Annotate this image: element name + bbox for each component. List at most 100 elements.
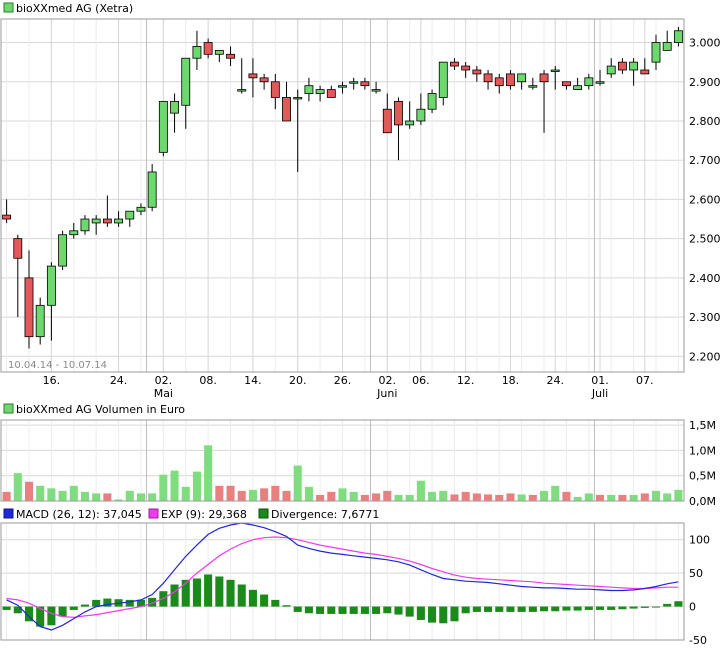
macd-legend-swatch — [3, 508, 14, 519]
price-y-tick-label: 2.900 — [689, 76, 721, 89]
divergence-bar — [651, 606, 661, 608]
divergence-bar — [282, 605, 291, 607]
candle-up — [584, 77, 594, 87]
candle-up — [304, 85, 314, 94]
candle-up — [427, 93, 437, 110]
volume-bar — [506, 493, 515, 501]
volume-bar — [416, 480, 425, 501]
divergence-bar — [383, 606, 392, 614]
volume-bar — [439, 490, 448, 501]
volume-bar — [237, 490, 246, 501]
divergence-bar — [349, 606, 358, 614]
volume-bar — [584, 493, 593, 501]
divergence-bar — [293, 606, 302, 612]
stock-chart: bioXXmed AG (Xetra) 10.04.14 - 10.07.14 … — [0, 2, 721, 647]
volume-bar — [472, 493, 481, 501]
candle-up — [662, 42, 672, 51]
volume-bar — [517, 494, 526, 501]
candle-up — [80, 218, 90, 232]
candle-down — [494, 77, 504, 87]
candle-up — [595, 81, 605, 84]
candle-down — [382, 108, 392, 134]
volume-bar — [484, 494, 493, 501]
price-y-axis: 2.200 2.300 2.400 2.500 2.600 2.700 2.800 2.900… — [689, 37, 721, 364]
price-grid — [1, 19, 684, 372]
volume-bar — [618, 494, 627, 501]
volume-bar — [271, 485, 280, 501]
divergence-bar — [192, 578, 201, 607]
candle-up — [438, 61, 448, 98]
divergence-bar — [47, 606, 56, 626]
candle-down — [203, 42, 213, 55]
volume-bar — [327, 491, 336, 501]
divergence-bar — [170, 584, 179, 607]
volume-bar — [562, 491, 571, 501]
macd-grid — [1, 523, 684, 641]
volume-y-axis: 0,0M 0,5M 1,0M 1,5M — [689, 419, 716, 508]
macd-y-tick-label: 50 — [689, 567, 703, 580]
volume-bar — [293, 465, 302, 501]
candle-down — [282, 97, 291, 122]
divergence-bar — [517, 606, 526, 612]
candle-down — [326, 89, 336, 98]
volume-bar — [450, 494, 459, 501]
candle-up — [651, 42, 661, 63]
divergence-bar — [372, 606, 381, 614]
volume-bar — [58, 490, 67, 501]
divergence-bar — [551, 606, 560, 612]
candle-down — [539, 73, 549, 83]
candle-down — [640, 69, 650, 75]
candle-down — [248, 73, 258, 79]
volume-bar — [595, 494, 605, 501]
candle-up — [170, 100, 179, 114]
divergence-bar — [595, 606, 605, 610]
volume-bar — [573, 496, 582, 501]
divergence-bar — [618, 606, 627, 610]
volume-bar — [80, 491, 90, 501]
price-x-tick-label: 18. — [502, 374, 520, 387]
candle-up — [673, 30, 683, 43]
volume-bar — [607, 494, 616, 501]
month-label: Juni — [376, 387, 397, 400]
price-x-axis: 16. 24. 02. 08. 14. 20. 26. 02. 06. 12. 18. 24. 01. 0… — [43, 374, 654, 400]
volume-bar — [148, 493, 157, 501]
divergence-bar — [271, 599, 280, 607]
volume-bar — [159, 474, 168, 501]
price-x-tick-label: 07. — [636, 374, 654, 387]
candle-up — [136, 206, 146, 212]
divergence-bar — [674, 601, 683, 607]
volume-bar — [69, 485, 78, 501]
divergence-bar — [663, 603, 672, 607]
divergence-bar — [428, 606, 437, 623]
divergence-legend-swatch — [258, 508, 269, 519]
candle-up — [315, 89, 325, 94]
volume-bar — [36, 485, 45, 501]
divergence-bar — [69, 606, 78, 610]
divergence-bar — [495, 606, 504, 612]
volume-bar — [674, 489, 683, 501]
divergence-bar — [461, 606, 470, 614]
divergence-bar — [316, 606, 325, 614]
candle-up — [46, 265, 56, 306]
candle-down — [360, 81, 370, 87]
volume-bar — [338, 488, 347, 501]
candle-up — [517, 73, 527, 83]
price-x-tick-label: 06. — [412, 374, 430, 387]
candle-up — [58, 234, 68, 267]
exp-legend-label: EXP (9): 29,368 — [161, 508, 247, 521]
volume-bar — [13, 473, 22, 501]
price-y-tick-label: 2.400 — [689, 272, 721, 285]
volume-bar — [360, 494, 369, 501]
price-legend-swatch — [3, 2, 14, 13]
volume-bar — [92, 493, 101, 501]
candle-up — [114, 218, 123, 224]
divergence-bar — [260, 594, 269, 607]
volume-bar — [282, 490, 291, 501]
candle-down — [259, 77, 269, 83]
volume-legend-swatch — [3, 403, 14, 414]
candle-up — [91, 218, 101, 224]
divergence-bar — [405, 606, 414, 617]
exp-legend-swatch — [148, 508, 159, 519]
candle-up — [606, 65, 616, 75]
volume-bar — [372, 493, 381, 501]
